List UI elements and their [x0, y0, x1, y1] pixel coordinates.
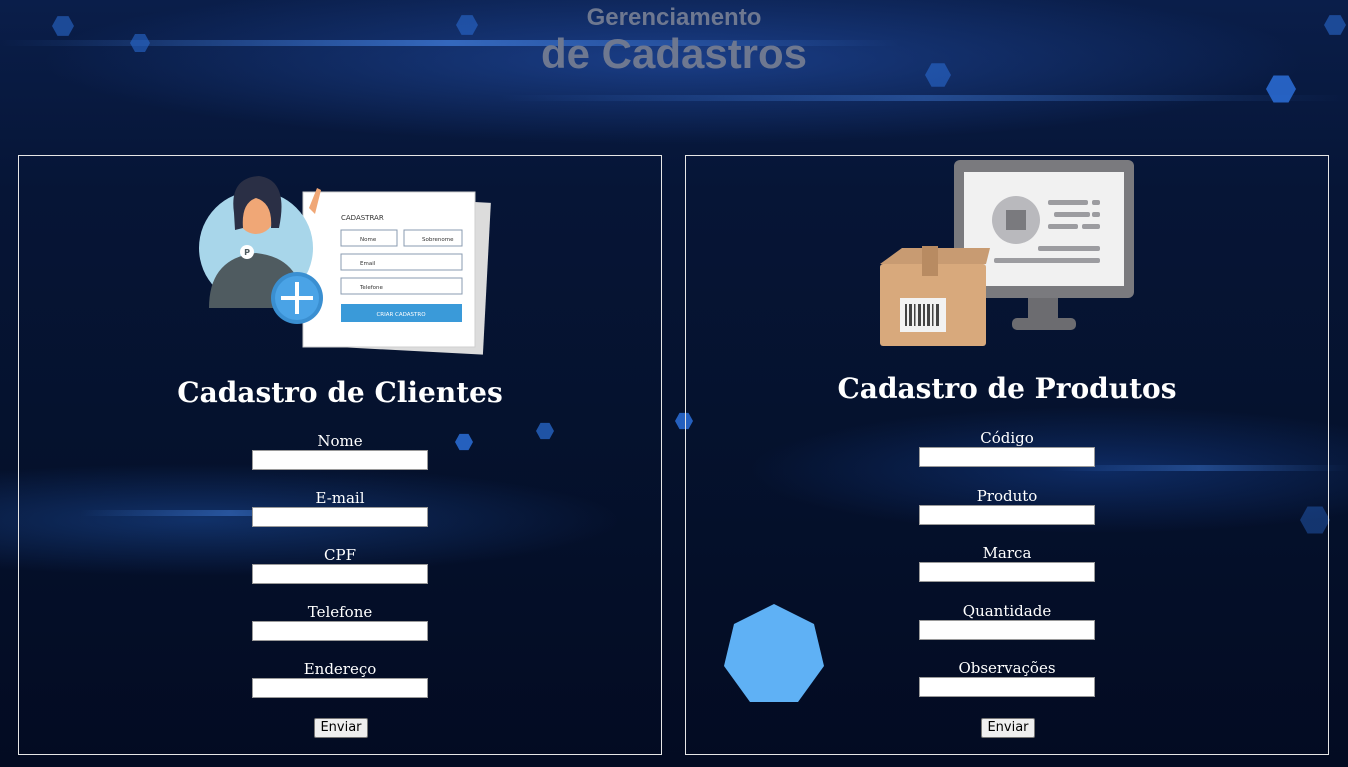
telefone-input[interactable]	[252, 621, 428, 641]
telefone-label: Telefone	[307, 603, 373, 621]
field-codigo: Código	[686, 429, 1328, 467]
endereco-input[interactable]	[252, 678, 428, 698]
nome-label: Nome	[317, 432, 363, 450]
endereco-label: Endereço	[303, 660, 377, 678]
illus-field-sobrenome: Sobrenome	[422, 237, 454, 243]
clientes-title: Cadastro de Clientes	[177, 376, 503, 409]
background-streak	[500, 95, 1348, 101]
quantidade-input[interactable]	[919, 620, 1095, 640]
field-nome: Nome	[19, 432, 661, 470]
produto-illustration	[880, 160, 1134, 346]
field-quantidade: Quantidade	[686, 602, 1328, 640]
field-endereco: Endereço	[19, 660, 661, 698]
field-marca: Marca	[686, 544, 1328, 582]
produtos-title: Cadastro de Produtos	[837, 372, 1177, 405]
marca-label: Marca	[982, 544, 1032, 562]
codigo-input[interactable]	[919, 447, 1095, 467]
logo-line-2: de Cadastros	[540, 30, 808, 77]
observacoes-input[interactable]	[919, 677, 1095, 697]
email-input[interactable]	[252, 507, 428, 527]
field-produto: Produto	[686, 487, 1328, 525]
codigo-label: Código	[980, 429, 1034, 447]
produto-label: Produto	[976, 487, 1038, 505]
cpf-input[interactable]	[252, 564, 428, 584]
cpf-label: CPF	[324, 546, 356, 564]
logo-line-1: Gerenciamento	[586, 4, 762, 31]
field-observacoes: Observações	[686, 659, 1328, 697]
produtos-panel: Cadastro de Produtos Código Produto Marc…	[685, 155, 1329, 755]
clientes-panel: CADASTRAR Nome Sobrenome Email Telefone …	[18, 155, 662, 755]
field-telefone: Telefone	[19, 603, 661, 641]
illus-field-nome: Nome	[360, 237, 377, 243]
email-label: E-mail	[315, 489, 365, 507]
field-cpf: CPF	[19, 546, 661, 584]
produto-input[interactable]	[919, 505, 1095, 525]
nome-input[interactable]	[252, 450, 428, 470]
clientes-submit-button[interactable]: Enviar	[314, 718, 368, 738]
marca-input[interactable]	[919, 562, 1095, 582]
observacoes-label: Observações	[958, 659, 1056, 677]
cadastro-illustration: CADASTRAR Nome Sobrenome Email Telefone …	[199, 176, 491, 355]
illus-heading: CADASTRAR	[341, 214, 384, 222]
field-email: E-mail	[19, 489, 661, 527]
illus-field-email: Email	[360, 261, 376, 267]
illus-field-telefone: Telefone	[359, 285, 384, 291]
illus-badge: P	[244, 248, 250, 257]
illus-button: CRIAR CADASTRO	[376, 312, 426, 318]
quantidade-label: Quantidade	[962, 602, 1052, 620]
produtos-submit-button[interactable]: Enviar	[981, 718, 1035, 738]
